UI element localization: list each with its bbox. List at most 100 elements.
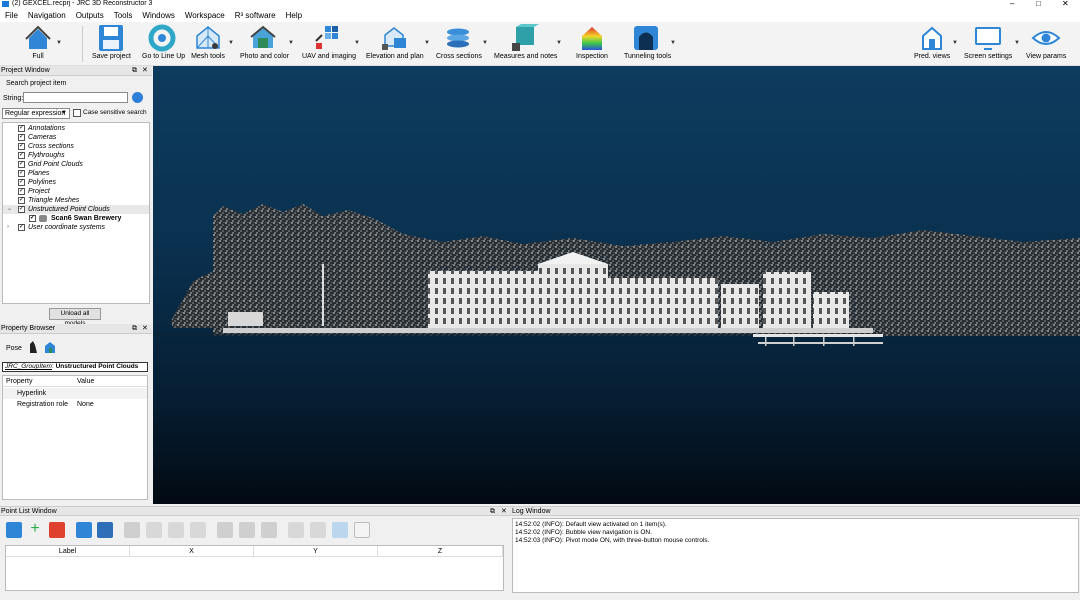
photo-color-dropdown-icon[interactable]: ▼: [288, 40, 294, 46]
tree-checkbox[interactable]: ✓: [18, 143, 25, 150]
group-type-link[interactable]: JRC_GroupItem: [5, 363, 52, 370]
uav-and-imaging-button[interactable]: UAV and imaging ▼: [302, 24, 360, 64]
save-list-icon[interactable]: [97, 522, 113, 538]
label-column-header[interactable]: Label: [6, 546, 130, 557]
tree-item-flythroughs[interactable]: ✓ Flythroughs: [3, 151, 149, 160]
tree-item-polylines[interactable]: ✓ Polylines: [3, 178, 149, 187]
menu-r3-software[interactable]: R³ software: [230, 10, 281, 22]
float-panel-icon[interactable]: ⧉: [132, 66, 137, 76]
tree-item-scan6-swan-brewery[interactable]: ✓ Scan6 Swan Brewery: [3, 214, 149, 223]
circle-tool-icon[interactable]: [168, 522, 184, 538]
pred-views-button[interactable]: Pred. views ▼: [914, 24, 958, 64]
pick-point-icon[interactable]: [124, 522, 140, 538]
tree-item-planes[interactable]: ✓ Planes: [3, 169, 149, 178]
tree-checkbox[interactable]: ✓: [18, 224, 25, 231]
menu-workspace[interactable]: Workspace: [180, 10, 230, 22]
tree-item-project[interactable]: ✓ Project: [3, 187, 149, 196]
add-frame-icon[interactable]: [239, 522, 255, 538]
tree-item-cross-sections[interactable]: ✓ Cross sections: [3, 142, 149, 151]
tree-checkbox[interactable]: ✓: [18, 197, 25, 204]
pred-views-dropdown-icon[interactable]: ▼: [952, 40, 958, 46]
menu-help[interactable]: Help: [281, 10, 307, 22]
point-list-table[interactable]: Label X Y Z: [5, 545, 504, 591]
tunneling-tools-button[interactable]: Tunneling tools ▼: [624, 24, 676, 64]
cross-sections-button[interactable]: Cross sections ▼: [436, 24, 488, 64]
tree-item-annotations[interactable]: ✓ Annotations: [3, 124, 149, 133]
full-button[interactable]: Full ▼: [22, 24, 62, 64]
cross-sections-dropdown-icon[interactable]: ▼: [482, 40, 488, 46]
screen-settings-dropdown-icon[interactable]: ▼: [1014, 40, 1020, 46]
add-camera-icon[interactable]: [261, 522, 277, 538]
close-button[interactable]: ✕: [1062, 0, 1069, 8]
property-row-registration-role[interactable]: Registration role None: [3, 399, 147, 410]
close-panel-icon[interactable]: ✕: [501, 507, 507, 517]
remove-point-icon[interactable]: [49, 522, 65, 538]
tree-checkbox[interactable]: ✓: [29, 215, 36, 222]
save-project-button[interactable]: Save project: [92, 24, 131, 64]
add-grid-icon[interactable]: [217, 522, 233, 538]
close-panel-icon[interactable]: ✕: [142, 66, 148, 76]
tree-checkbox[interactable]: ✓: [18, 134, 25, 141]
log-output[interactable]: 14:52:02 (INFO): Default view activated …: [512, 518, 1079, 593]
tree-item-cameras[interactable]: ✓ Cameras: [3, 133, 149, 142]
triangle-tool-icon[interactable]: [310, 522, 326, 538]
chevron-down-icon[interactable]: ⌄: [7, 205, 12, 214]
tree-checkbox[interactable]: ✓: [18, 152, 25, 159]
screen-settings-button[interactable]: Screen settings ▼: [964, 24, 1020, 64]
x-column-header[interactable]: X: [130, 546, 254, 557]
menu-navigation[interactable]: Navigation: [23, 10, 71, 22]
inspection-button[interactable]: Inspection: [574, 24, 610, 64]
z-column-header[interactable]: Z: [378, 546, 503, 557]
tunneling-dropdown-icon[interactable]: ▼: [670, 40, 676, 46]
close-panel-icon[interactable]: ✕: [142, 324, 148, 334]
tree-checkbox[interactable]: ✓: [18, 170, 25, 177]
elevation-and-plan-button[interactable]: Elevation and plan ▼: [366, 24, 430, 64]
maximize-button[interactable]: □: [1036, 0, 1041, 8]
go-to-line-up-button[interactable]: Go to Line Up: [142, 24, 185, 64]
pose-house-icon[interactable]: [43, 340, 57, 354]
tree-item-triangle-meshes[interactable]: ✓ Triangle Meshes: [3, 196, 149, 205]
undo-icon[interactable]: [146, 522, 162, 538]
3d-viewport[interactable]: [153, 66, 1080, 504]
property-row-hyperlink[interactable]: Hyperlink: [3, 388, 147, 399]
plane-tool-icon[interactable]: [288, 522, 304, 538]
menu-outputs[interactable]: Outputs: [71, 10, 109, 22]
tree-checkbox[interactable]: ✓: [18, 188, 25, 195]
elevation-dropdown-icon[interactable]: ▼: [424, 40, 430, 46]
menu-tools[interactable]: Tools: [109, 10, 138, 22]
tree-item-user-coordinate-systems[interactable]: › ✓ User coordinate systems: [3, 223, 149, 232]
full-dropdown-icon[interactable]: ▼: [56, 40, 62, 46]
tree-checkbox[interactable]: ✓: [18, 125, 25, 132]
menu-file[interactable]: File: [0, 10, 23, 22]
float-panel-icon[interactable]: ⧉: [490, 507, 495, 517]
measures-and-notes-button[interactable]: Measures and notes ▼: [494, 24, 562, 64]
polyline-tool-icon[interactable]: [190, 522, 206, 538]
axis-icon[interactable]: [354, 522, 370, 538]
pose-figure-icon[interactable]: [27, 340, 39, 354]
new-list-icon[interactable]: [6, 522, 22, 538]
case-sensitive-checkbox[interactable]: [73, 109, 81, 117]
mesh-tools-button[interactable]: Mesh tools ▼: [190, 24, 234, 64]
uav-dropdown-icon[interactable]: ▼: [354, 40, 360, 46]
y-column-header[interactable]: Y: [254, 546, 378, 557]
search-string-input[interactable]: [23, 92, 128, 103]
unload-all-models-button[interactable]: Unload all models: [49, 308, 101, 327]
mesh-tools-dropdown-icon[interactable]: ▼: [228, 40, 234, 46]
open-folder-icon[interactable]: [76, 522, 92, 538]
search-mode-select[interactable]: Regular expression ▼: [2, 108, 70, 119]
add-point-icon[interactable]: +: [27, 521, 43, 538]
minimize-button[interactable]: –: [1010, 0, 1014, 8]
tree-checkbox[interactable]: ✓: [18, 161, 25, 168]
location-pin-icon[interactable]: [332, 522, 348, 538]
tree-item-grid-point-clouds[interactable]: ✓ Grid Point Clouds: [3, 160, 149, 169]
tree-item-unstructured-point-clouds[interactable]: ⌄ ✓ Unstructured Point Clouds: [3, 205, 149, 214]
measures-dropdown-icon[interactable]: ▼: [556, 40, 562, 46]
tree-checkbox[interactable]: ✓: [18, 206, 25, 213]
tree-checkbox[interactable]: ✓: [18, 179, 25, 186]
search-icon[interactable]: [132, 92, 143, 103]
menu-windows[interactable]: Windows: [137, 10, 179, 22]
float-panel-icon[interactable]: ⧉: [132, 324, 137, 334]
chevron-right-icon[interactable]: ›: [7, 223, 9, 232]
view-params-button[interactable]: View params: [1026, 24, 1066, 64]
photo-and-color-button[interactable]: Photo and color ▼: [240, 24, 294, 64]
